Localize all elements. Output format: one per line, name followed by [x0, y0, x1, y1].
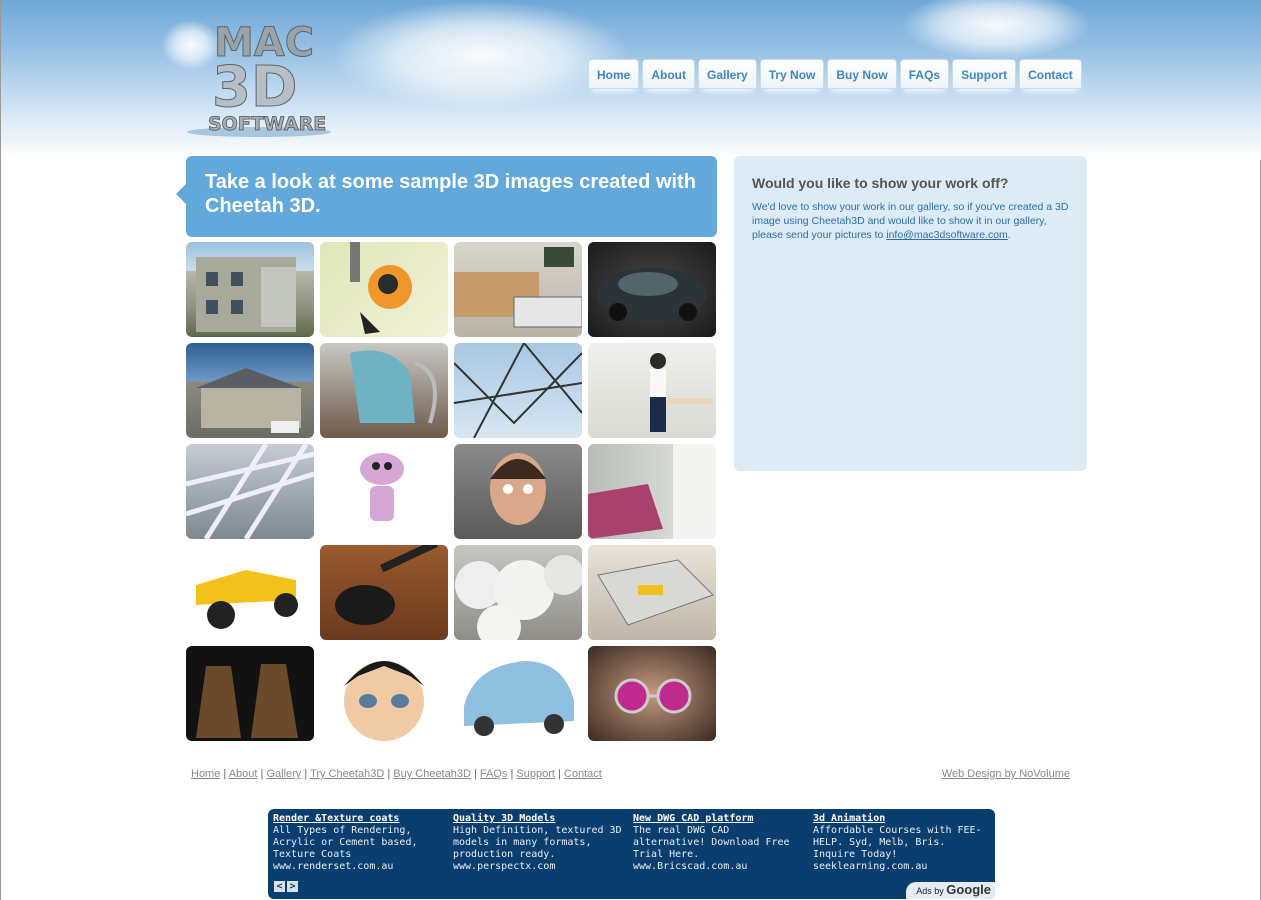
orange-robot-image [350, 242, 412, 334]
ad-unit: New DWG CAD platform The real DWG CAD al… [633, 813, 805, 873]
ad-unit: 3d Animation Affordable Courses with FEE… [813, 813, 985, 873]
ad-prev-arrow-icon[interactable]: < [274, 881, 285, 892]
ad-description: Affordable Courses with FEE-HELP. Syd, M… [813, 825, 982, 860]
design-credit-link[interactable]: Web Design by NoVolume [942, 768, 1070, 780]
thumb-orange-robot[interactable] [320, 242, 448, 337]
footer-link-contact[interactable]: Contact [564, 768, 602, 780]
mac3d-software-logo[interactable]: MAC 3D SOFTWARE [184, 14, 344, 138]
nav-contact[interactable]: Contact [1019, 59, 1082, 89]
ads-by-google-link[interactable]: Ads by Google [906, 882, 995, 899]
svg-text:3D: 3D [212, 55, 297, 120]
submit-work-text: We'd love to show your work in our galle… [752, 200, 1070, 242]
thumb-steel-atrium[interactable] [186, 444, 314, 539]
email-link[interactable]: info@mac3dsoftware.com [886, 229, 1008, 241]
ad-url: www.perspectx.com [453, 861, 556, 872]
image-gallery [186, 242, 717, 741]
ad-description: High Definition, textured 3D models in m… [453, 825, 622, 860]
woman-face-image [490, 453, 546, 525]
dark-concept-car-image [597, 268, 707, 321]
ad-unit: Render &Texture coats All Types of Rende… [273, 813, 445, 873]
ad-title[interactable]: Render &Texture coats [273, 813, 445, 825]
ad-unit: Quality 3D Models High Definition, textu… [453, 813, 625, 873]
ad-title[interactable]: 3d Animation [813, 813, 985, 825]
cartoon-girl-face-image [344, 661, 424, 741]
thumb-blue-cartoon-car[interactable] [454, 646, 582, 741]
page-title-banner: Take a look at some sample 3D images cre… [176, 156, 717, 237]
ad-description: The real DWG CAD alternative! Download F… [633, 825, 790, 860]
thumb-suburban-house[interactable] [186, 343, 314, 438]
google-ads-banner: Render &Texture coats All Types of Rende… [268, 809, 995, 899]
ad-title[interactable]: New DWG CAD platform [633, 813, 805, 825]
nav-faqs[interactable]: FAQs [899, 59, 950, 89]
nav-gallery[interactable]: Gallery [698, 59, 757, 89]
thumb-apartment-building[interactable] [186, 242, 314, 337]
thumb-blue-chair[interactable] [320, 343, 448, 438]
nav-try-now[interactable]: Try Now [759, 59, 825, 89]
submit-work-period: . [1007, 229, 1011, 241]
footer-link-gallery[interactable]: Gallery [266, 768, 301, 780]
nav-about[interactable]: About [642, 59, 695, 89]
thumb-black-guitar[interactable] [320, 545, 448, 640]
pink-alien-image [360, 453, 404, 521]
ad-url: www.Bricscad.com.au [633, 861, 748, 872]
cloud-decoration [331, 0, 631, 110]
blue-cartoon-car-image [464, 661, 574, 736]
submit-work-heading: Would you like to show your work off? [752, 175, 1009, 191]
man-pink-glasses-image [614, 678, 692, 714]
footer-link-home[interactable]: Home [191, 768, 220, 780]
thumb-woman-face[interactable] [454, 444, 582, 539]
nav-buy-now[interactable]: Buy Now [827, 59, 897, 89]
design-credit: Web Design by NoVolume [942, 768, 1070, 780]
footer-link-try[interactable]: Try Cheetah3D [310, 768, 384, 780]
ad-title[interactable]: Quality 3D Models [453, 813, 625, 825]
thumb-pink-lounge-chair[interactable] [588, 444, 716, 539]
thumb-pink-alien[interactable] [320, 444, 448, 539]
glass-structure-image [454, 343, 582, 438]
thumb-lego-spaceship[interactable] [588, 545, 716, 640]
steel-atrium-image [186, 444, 314, 539]
nav-home[interactable]: Home [588, 59, 640, 89]
girl-at-desk-image [650, 353, 713, 432]
blue-chair-image [350, 350, 437, 424]
footer-link-support[interactable]: Support [516, 768, 555, 780]
thumb-dark-concept-car[interactable] [588, 242, 716, 337]
black-guitar-image [335, 545, 438, 625]
google-logo: Google [946, 882, 991, 897]
cloud-decoration [901, 0, 1091, 60]
thumb-girl-at-desk[interactable] [588, 343, 716, 438]
thumb-glass-structure[interactable] [454, 343, 582, 438]
thumb-cheetah-balls[interactable] [454, 545, 582, 640]
cheetah-balls-image [455, 555, 582, 640]
living-room-sofa-image [454, 247, 582, 328]
svg-text:SOFTWARE: SOFTWARE [208, 113, 326, 135]
ad-pager: < > [274, 881, 298, 892]
ads-by-label: Ads by [916, 886, 944, 896]
daleks-image [196, 664, 298, 738]
pink-lounge-chair-image [588, 444, 716, 539]
thumb-daleks[interactable] [186, 646, 314, 741]
thumb-cartoon-girl-face[interactable] [320, 646, 448, 741]
thumb-living-room-sofa[interactable] [454, 242, 582, 337]
main-nav: Home About Gallery Try Now Buy Now FAQs … [588, 59, 1082, 89]
submit-work-panel: Would you like to show your work off? We… [734, 156, 1087, 471]
ad-url: www.renderset.com.au [273, 861, 394, 872]
footer-link-faqs[interactable]: FAQs [480, 768, 508, 780]
nav-support[interactable]: Support [952, 59, 1017, 89]
ad-next-arrow-icon[interactable]: > [287, 881, 298, 892]
ad-url: seeklearning.com.au [813, 861, 928, 872]
footer-link-buy[interactable]: Buy Cheetah3D [393, 768, 471, 780]
footer-links: Home | About | Gallery | Try Cheetah3D |… [191, 768, 602, 780]
yellow-buggy-image [196, 570, 298, 629]
suburban-house-image [196, 368, 301, 433]
page-title: Take a look at some sample 3D images cre… [205, 171, 696, 217]
thumb-man-pink-glasses[interactable] [588, 646, 716, 741]
lego-spaceship-image [597, 559, 714, 626]
footer-link-about[interactable]: About [229, 768, 258, 780]
apartment-building-image [196, 257, 296, 332]
logo-graphic: MAC 3D SOFTWARE [187, 20, 331, 137]
thumb-yellow-buggy[interactable] [186, 545, 314, 640]
ad-description: All Types of Rendering, Acrylic or Cemen… [273, 825, 418, 860]
